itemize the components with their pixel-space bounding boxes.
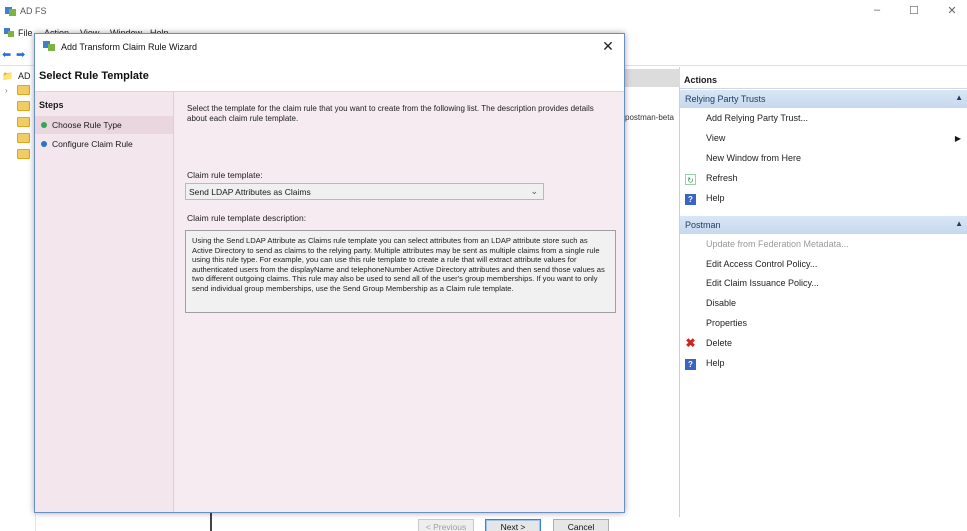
section-title: Postman [685, 220, 721, 230]
help-icon: ? [685, 359, 696, 370]
action-help[interactable]: Help [706, 193, 725, 203]
tree-root-label[interactable]: AD [18, 71, 31, 81]
back-arrow-icon[interactable]: ⬅ [2, 48, 11, 61]
actions-header: Actions [680, 71, 967, 89]
action-help-postman[interactable]: Help [706, 358, 725, 368]
action-properties[interactable]: Properties [706, 318, 747, 328]
expand-chevron-icon[interactable]: › [5, 86, 8, 95]
submenu-arrow-icon: ▶ [954, 134, 961, 143]
delete-icon: ✖ [685, 336, 696, 350]
wizard-title: Add Transform Claim Rule Wizard [61, 42, 198, 52]
step-configure-claim-rule[interactable]: Configure Claim Rule [35, 135, 173, 153]
tree-root-folder-icon: 📁 [2, 71, 14, 81]
action-disable[interactable]: Disable [706, 298, 736, 308]
refresh-icon: ↻ [685, 174, 696, 185]
chevron-down-icon: ⌄ [530, 186, 538, 196]
console-tree: 📁 AD › [0, 67, 36, 531]
step-status-dot-icon [41, 141, 47, 147]
console-icon [4, 28, 14, 37]
wizard-content: Select the template for the claim rule t… [175, 92, 624, 531]
collapse-arrow-icon[interactable]: ▲ [955, 93, 963, 102]
pane-splitter[interactable] [210, 512, 212, 531]
folder-icon[interactable] [17, 149, 30, 159]
add-transform-claim-rule-wizard: Add Transform Claim Rule Wizard ✕ Select… [34, 33, 625, 531]
forward-arrow-icon[interactable]: ➡ [16, 48, 25, 61]
wizard-header: Select Rule Template [35, 60, 624, 92]
list-cell-identifier[interactable]: postman-beta [625, 113, 674, 122]
wizard-app-icon [43, 41, 55, 51]
page-title: Select Rule Template [39, 70, 149, 82]
section-postman[interactable]: Postman ▲ [680, 216, 967, 234]
step-label: Configure Claim Rule [52, 139, 133, 149]
maximize-button[interactable]: ☐ [904, 4, 924, 20]
menu-file[interactable]: File [18, 28, 33, 38]
intro-text: Select the template for the claim rule t… [187, 104, 594, 123]
step-status-dot-icon [41, 122, 47, 128]
actions-pane: Actions Relying Party Trusts ▲ Add Relyi… [680, 67, 967, 517]
list-column-header[interactable] [625, 69, 680, 87]
steps-pane: Steps Choose Rule Type Configure Claim R… [35, 92, 174, 512]
previous-button[interactable]: < Previous [418, 519, 474, 531]
action-new-window[interactable]: New Window from Here [706, 153, 801, 163]
step-choose-rule-type[interactable]: Choose Rule Type [35, 116, 173, 134]
cancel-button[interactable]: Cancel [553, 519, 609, 531]
action-view[interactable]: View [706, 133, 725, 143]
template-label: Claim rule template: [187, 170, 263, 180]
action-update-federation-metadata[interactable]: Update from Federation Metadata... [706, 239, 849, 249]
section-title: Relying Party Trusts [685, 94, 766, 104]
close-window-button[interactable]: ✕ [942, 4, 962, 20]
action-delete[interactable]: Delete [706, 338, 732, 348]
action-edit-access-control-policy[interactable]: Edit Access Control Policy... [706, 259, 817, 269]
wizard-close-icon[interactable]: ✕ [600, 38, 616, 54]
section-relying-party-trusts[interactable]: Relying Party Trusts ▲ [680, 90, 967, 108]
wizard-title-bar[interactable]: Add Transform Claim Rule Wizard ✕ [35, 34, 624, 60]
help-icon: ? [685, 194, 696, 205]
adfs-title-bar: AD FS – ☐ ✕ [0, 0, 967, 24]
action-refresh[interactable]: Refresh [706, 173, 738, 183]
center-list-pane: postman-beta [625, 67, 680, 517]
adfs-window-title: AD FS [20, 6, 47, 16]
step-label: Choose Rule Type [52, 120, 122, 130]
action-add-relying-party-trust[interactable]: Add Relying Party Trust... [706, 113, 808, 123]
folder-icon[interactable] [17, 133, 30, 143]
next-button[interactable]: Next > [485, 519, 541, 531]
folder-icon[interactable] [17, 85, 30, 95]
action-edit-claim-issuance-policy[interactable]: Edit Claim Issuance Policy... [706, 278, 819, 288]
minimize-button[interactable]: – [867, 4, 887, 20]
folder-icon[interactable] [17, 101, 30, 111]
template-description: Using the Send LDAP Attribute as Claims … [185, 230, 616, 313]
claim-rule-template-select[interactable]: Send LDAP Attributes as Claims ⌄ [185, 183, 544, 200]
collapse-arrow-icon[interactable]: ▲ [955, 219, 963, 228]
description-label: Claim rule template description: [187, 213, 307, 223]
steps-label: Steps [39, 100, 64, 110]
adfs-app-icon [5, 7, 16, 16]
folder-icon[interactable] [17, 117, 30, 127]
select-value: Send LDAP Attributes as Claims [189, 187, 311, 197]
